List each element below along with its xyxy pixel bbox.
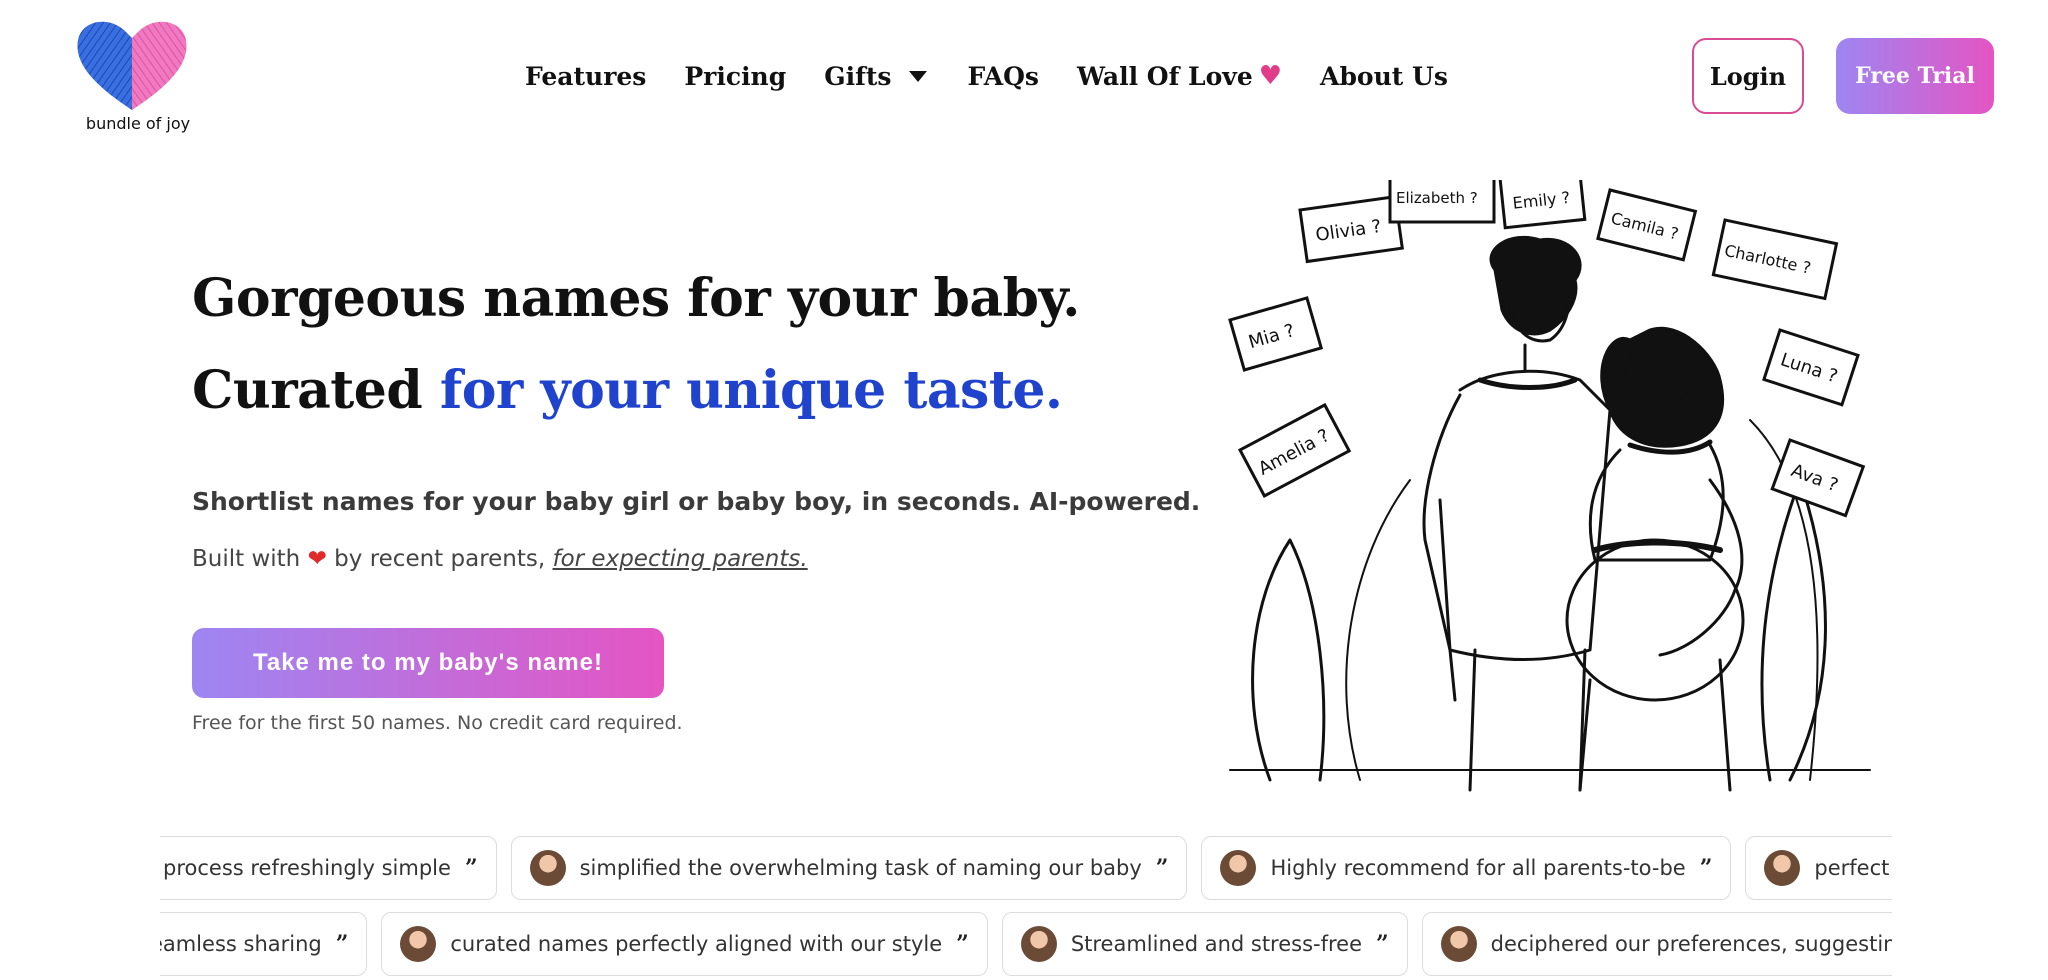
built-prefix: Built with	[192, 546, 308, 572]
built-with-text: Built with ❤ by recent parents, for expe…	[192, 546, 808, 572]
avatar	[1220, 850, 1257, 886]
hero-title-line2: Curated for your unique taste.	[192, 360, 1063, 421]
cta-button[interactable]: Take me to my baby's name!	[192, 628, 664, 698]
login-button[interactable]: Login	[1692, 38, 1804, 114]
testimonial-text: perfect name stress-free	[1814, 856, 1892, 880]
nav-pricing-label: Pricing	[684, 61, 787, 91]
bubble-olivia: Olivia ?	[1298, 194, 1404, 264]
logo[interactable]: bundle of joy	[72, 14, 192, 144]
avatar	[400, 926, 437, 962]
quote-icon: ”	[335, 931, 349, 957]
testimonial-text: Highly recommend for all parents-to-be	[1270, 856, 1686, 880]
hero-subtitle: Shortlist names for your baby girl or ba…	[192, 487, 1201, 516]
hero-title-line1: Gorgeous names for your baby.	[192, 268, 1080, 329]
quote-icon: ”	[956, 931, 969, 957]
testimonial-pill[interactable]: deciphered our preferences, suggesting n…	[1421, 912, 1892, 976]
avatar	[529, 850, 566, 886]
nav-faqs-label: FAQs	[967, 61, 1039, 91]
chevron-down-icon	[909, 70, 928, 82]
testimonial-ticker-row2: seamless sharing ” curated names perfectl…	[160, 912, 1892, 978]
quote-icon: ”	[1699, 855, 1713, 881]
bubble-elizabeth: Elizabeth ?	[1388, 180, 1496, 224]
testimonial-text: seamless sharing	[160, 932, 322, 956]
main-nav: Features Pricing Gifts FAQs Wall Of Love…	[525, 56, 1448, 96]
nav-faqs[interactable]: FAQs	[967, 62, 1039, 91]
hero-title-prefix: Curated	[192, 360, 440, 421]
testimonial-text: simplified the overwhelming task of nami…	[579, 856, 1142, 880]
red-heart-icon: ❤	[307, 546, 327, 572]
testimonial-text: curated names perfectly aligned with our…	[450, 932, 943, 956]
built-middle: by recent parents,	[326, 546, 553, 572]
logo-text: bundle of joy	[85, 114, 191, 133]
bubble-mia: Mia ?	[1228, 296, 1324, 372]
quote-icon: ”	[1155, 855, 1169, 881]
testimonial-pill[interactable]: curated names perfectly aligned with our…	[381, 912, 988, 976]
avatar	[1020, 926, 1057, 962]
nav-wall-of-love-label: Wall Of Love	[1077, 61, 1253, 91]
nav-gifts[interactable]: Gifts	[824, 61, 928, 91]
couple-illustration: Olivia ? Elizabeth ? Emily ? Camila ? Ch…	[1228, 180, 1871, 792]
nav-features-label: Features	[525, 61, 647, 91]
testimonial-pill[interactable]: Highly recommend for all parents-to-be ”	[1201, 836, 1732, 900]
bubble-emily: Emily ?	[1498, 180, 1587, 230]
testimonial-text: deciphered our preferences, suggesting n…	[1490, 932, 1892, 956]
quote-icon: ”	[464, 855, 478, 881]
hero-title-accent: for your unique taste.	[439, 360, 1063, 421]
bubble-charlotte: Charlotte ?	[1711, 218, 1839, 301]
avatar	[1764, 850, 1801, 886]
sparkling-heart-icon: ♥	[1258, 61, 1283, 91]
testimonial-text: process refreshingly simple	[163, 856, 451, 880]
testimonial-pill[interactable]: Streamlined and stress-free ”	[1001, 912, 1408, 976]
testimonial-pill[interactable]: perfect name stress-free”	[1745, 836, 1892, 900]
free-note: Free for the first 50 names. No credit c…	[192, 712, 683, 734]
nav-wall-of-love[interactable]: Wall Of Love ♥	[1077, 61, 1282, 91]
nav-about-us-label: About Us	[1320, 61, 1448, 91]
avatar	[1440, 926, 1477, 962]
svg-text:Elizabeth ?: Elizabeth ?	[1396, 189, 1478, 207]
nav-gifts-label: Gifts	[824, 61, 892, 91]
expecting-parents-link[interactable]: for expecting parents.	[553, 546, 808, 572]
bubble-luna: Luna ?	[1762, 328, 1860, 407]
nav-about-us[interactable]: About Us	[1320, 62, 1448, 91]
testimonial-text: Streamlined and stress-free	[1070, 932, 1363, 956]
testimonial-pill[interactable]: simplified the overwhelming task of nami…	[510, 836, 1188, 900]
testimonial-pill[interactable]: seamless sharing ”	[160, 912, 368, 976]
bubble-amelia: Amelia ?	[1237, 402, 1352, 498]
testimonial-ticker-row1: process refreshingly simple ” simplified …	[160, 836, 1892, 902]
quote-icon: ”	[1376, 931, 1389, 957]
bubble-camila: Camila ?	[1596, 188, 1698, 262]
free-trial-button[interactable]: Free Trial	[1836, 38, 1994, 114]
nav-features[interactable]: Features	[525, 62, 646, 91]
heart-logo-icon	[77, 21, 187, 110]
bubble-ava: Ava ?	[1770, 438, 1866, 518]
nav-pricing[interactable]: Pricing	[684, 62, 786, 91]
testimonial-pill[interactable]: process refreshingly simple ”	[160, 836, 497, 900]
